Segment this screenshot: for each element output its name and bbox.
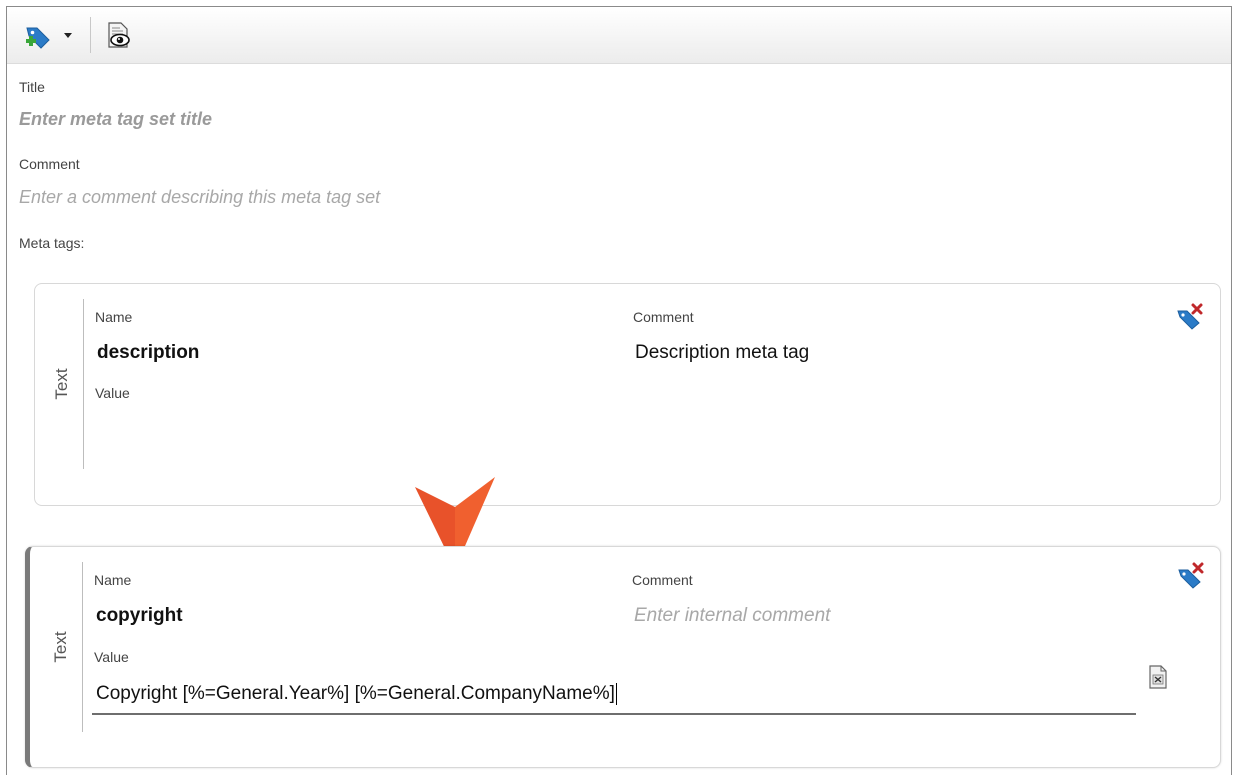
value-text: Copyright [%=General.Year%] [%=General.C…: [96, 683, 615, 704]
card-divider: [83, 299, 84, 469]
meta-tag-set-editor: Title Enter meta tag set title Comment E…: [6, 6, 1232, 775]
name-label: Name: [95, 309, 133, 325]
delete-meta-tag-icon[interactable]: [1176, 561, 1206, 589]
comment-input[interactable]: Enter a comment describing this meta tag…: [19, 187, 380, 208]
add-dropdown-button[interactable]: [63, 19, 73, 51]
tag-add-icon: [26, 27, 50, 49]
caret-down-icon: [64, 33, 72, 38]
meta-tags-label: Meta tags:: [19, 235, 85, 251]
meta-tag-type-label: Text: [51, 631, 70, 663]
meta-tag-card[interactable]: Text Name description Comment Descriptio…: [34, 283, 1221, 506]
value-field[interactable]: [97, 414, 1137, 442]
name-field[interactable]: copyright: [96, 605, 183, 627]
add-meta-tag-button[interactable]: [23, 19, 53, 51]
card-divider: [82, 562, 83, 732]
toolbar: [7, 7, 1231, 64]
preview-button[interactable]: [103, 19, 133, 51]
comment-label: Comment: [632, 572, 693, 588]
value-input[interactable]: Copyright [%=General.Year%] [%=General.C…: [92, 675, 1136, 715]
title-label: Title: [19, 79, 45, 95]
name-label: Name: [94, 572, 132, 588]
text-caret: [615, 683, 617, 705]
comment-field[interactable]: Enter internal comment: [634, 605, 830, 627]
delete-meta-tag-icon[interactable]: [1175, 302, 1205, 330]
insert-variable-icon[interactable]: [1148, 665, 1168, 689]
meta-tag-type-label: Text: [52, 368, 71, 400]
meta-tag-card-active[interactable]: Text Name copyright Comment Enter intern…: [25, 546, 1221, 768]
comment-field[interactable]: Description meta tag: [635, 342, 809, 364]
title-input[interactable]: Enter meta tag set title: [19, 109, 212, 130]
name-field[interactable]: description: [97, 342, 199, 364]
value-label: Value: [94, 649, 129, 665]
toolbar-separator: [90, 17, 91, 53]
document-eye-icon: [108, 22, 130, 48]
comment-label: Comment: [19, 156, 80, 172]
comment-label: Comment: [633, 309, 694, 325]
value-label: Value: [95, 385, 130, 401]
